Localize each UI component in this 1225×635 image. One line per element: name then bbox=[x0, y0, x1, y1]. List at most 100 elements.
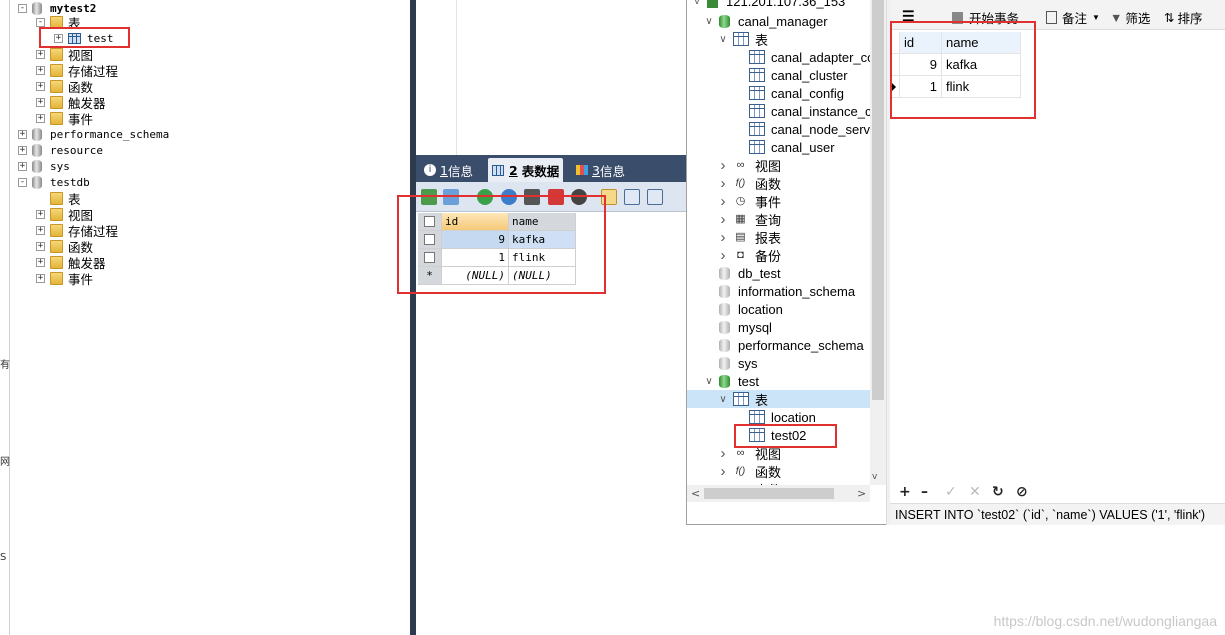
column-header[interactable]: name bbox=[509, 213, 576, 231]
insert-row-icon[interactable] bbox=[421, 189, 437, 205]
nav-tree-item[interactable]: performance_schema bbox=[703, 336, 864, 354]
nav-tree-item[interactable]: › ▤ 报表 bbox=[717, 228, 782, 246]
expand-icon[interactable]: + bbox=[36, 97, 45, 107]
nav-tree-item[interactable]: › f() 函数 bbox=[717, 462, 782, 480]
scroll-left-icon[interactable]: < bbox=[691, 487, 700, 500]
cancel-icon[interactable] bbox=[571, 189, 587, 205]
tree-scroll-thumb[interactable] bbox=[872, 0, 884, 400]
chevron-down-icon[interactable]: ∨ bbox=[717, 394, 729, 405]
add-record-icon[interactable]: + bbox=[899, 484, 911, 500]
grid-cell[interactable]: 1 bbox=[900, 76, 942, 98]
nav-tree-item[interactable]: location bbox=[703, 300, 783, 318]
expand-icon[interactable]: + bbox=[36, 65, 45, 75]
expand-icon[interactable]: + bbox=[18, 129, 27, 139]
nav-tree-item[interactable]: ∨ 表 bbox=[687, 390, 870, 408]
nav-tree-item[interactable]: ∨ test bbox=[703, 372, 759, 390]
tree-item-db[interactable]: + performance_schema bbox=[18, 126, 169, 142]
chevron-right-icon[interactable]: › bbox=[717, 445, 729, 462]
grid-cell[interactable]: flink bbox=[509, 249, 576, 267]
nav-tree-item[interactable]: canal_instance_co bbox=[733, 102, 870, 120]
delete-record-icon[interactable]: – bbox=[921, 484, 928, 500]
chevron-down-icon[interactable]: ∨ bbox=[717, 34, 729, 45]
expand-icon[interactable]: + bbox=[36, 273, 45, 283]
grid-cell[interactable]: kafka bbox=[509, 231, 576, 249]
row-checkbox[interactable] bbox=[418, 231, 442, 249]
expand-icon[interactable]: + bbox=[18, 145, 27, 155]
tree-item-folder[interactable]: + 事件 bbox=[36, 110, 93, 127]
grid-cell[interactable]: 1 bbox=[442, 249, 509, 267]
expand-icon[interactable]: + bbox=[36, 113, 45, 123]
checkbox-icon[interactable] bbox=[424, 252, 435, 263]
column-header[interactable]: id bbox=[900, 32, 942, 54]
discard-icon[interactable]: ✕ bbox=[969, 484, 981, 500]
chevron-right-icon[interactable]: › bbox=[717, 247, 729, 264]
collapse-icon[interactable]: - bbox=[36, 17, 45, 27]
expand-icon[interactable]: + bbox=[36, 49, 45, 59]
add-icon[interactable] bbox=[477, 189, 493, 205]
chevron-down-icon[interactable]: v bbox=[691, 0, 703, 7]
query-editor-area[interactable] bbox=[416, 0, 688, 155]
stop-icon[interactable]: ⊘ bbox=[1016, 484, 1028, 500]
tree-item-db[interactable]: + sys bbox=[18, 158, 70, 174]
row-header-corner[interactable] bbox=[890, 32, 900, 54]
expand-icon[interactable]: + bbox=[36, 81, 45, 91]
null-cell[interactable]: (NULL) bbox=[442, 267, 509, 285]
nav-tree-item[interactable]: canal_cluster bbox=[733, 66, 848, 84]
column-header[interactable]: name bbox=[942, 32, 1021, 54]
nav-tree-item[interactable]: test02 bbox=[733, 426, 806, 444]
collapse-icon[interactable]: - bbox=[18, 3, 27, 13]
checkbox-icon[interactable] bbox=[424, 216, 435, 227]
new-row-marker[interactable]: * bbox=[418, 267, 442, 285]
grid-cell[interactable]: 9 bbox=[900, 54, 942, 76]
nav-tree-item[interactable]: › ◷ 事件 bbox=[717, 192, 782, 210]
row-header[interactable] bbox=[890, 54, 900, 76]
chevron-right-icon[interactable]: › bbox=[717, 193, 729, 210]
nav-tree-item[interactable]: › f() 函数 bbox=[717, 174, 782, 192]
sort-button[interactable]: ⇅ 排序 bbox=[1164, 8, 1203, 27]
chevron-right-icon[interactable]: › bbox=[717, 229, 729, 246]
refresh-icon[interactable]: ↻ bbox=[992, 484, 1004, 500]
select-all-checkbox[interactable] bbox=[418, 213, 442, 231]
expand-icon[interactable]: + bbox=[36, 225, 45, 235]
grid-view-icon[interactable] bbox=[601, 189, 617, 205]
text-view-icon[interactable] bbox=[647, 189, 663, 205]
checkbox-icon[interactable] bbox=[424, 234, 435, 245]
connection-item[interactable]: v 121.201.107.36_153 bbox=[691, 0, 845, 10]
tab-table-data[interactable]: 2 表数据 bbox=[488, 158, 564, 182]
note-button[interactable]: 备注 ▼ bbox=[1046, 8, 1100, 27]
tree-item-folder[interactable]: + 事件 bbox=[36, 270, 93, 287]
nav-tree-item[interactable]: canal_config bbox=[733, 84, 844, 102]
delete-icon[interactable] bbox=[548, 189, 564, 205]
scroll-right-icon[interactable]: > bbox=[857, 487, 866, 500]
nav-tree-item[interactable]: location bbox=[733, 408, 816, 426]
nav-tree-item[interactable]: ∨ canal_manager bbox=[703, 12, 827, 30]
nav-tree-item[interactable]: mysql bbox=[703, 318, 772, 336]
form-view-icon[interactable] bbox=[624, 189, 640, 205]
grid-cell[interactable]: flink bbox=[942, 76, 1021, 98]
save-icon[interactable] bbox=[524, 189, 540, 205]
nav-tree-item[interactable]: canal_adapter_co bbox=[733, 48, 870, 66]
filter-button[interactable]: ▼ 筛选 bbox=[1110, 8, 1150, 27]
tree-item-db[interactable]: + resource bbox=[18, 142, 103, 158]
nav-tree-item[interactable]: information_schema bbox=[703, 282, 855, 300]
expand-icon[interactable]: + bbox=[36, 241, 45, 251]
grid-cell[interactable]: 9 bbox=[442, 231, 509, 249]
column-header[interactable]: id bbox=[442, 213, 509, 231]
expand-icon[interactable]: + bbox=[36, 257, 45, 267]
chevron-down-icon[interactable]: ∨ bbox=[703, 16, 715, 27]
nav-tree-item[interactable]: › ▦ 查询 bbox=[717, 210, 782, 228]
nav-tree-item[interactable]: › ∞ 视图 bbox=[717, 444, 782, 462]
grid-cell[interactable]: kafka bbox=[942, 54, 1021, 76]
tree-hscroll-thumb[interactable] bbox=[704, 488, 834, 499]
export-icon[interactable] bbox=[443, 189, 459, 205]
nav-tree-item[interactable]: › ∞ 视图 bbox=[717, 156, 782, 174]
nav-tree-item[interactable]: db_test bbox=[703, 264, 781, 282]
begin-transaction-button[interactable]: 开始事务 bbox=[952, 8, 1019, 27]
tree-item-folder[interactable]: -表 bbox=[36, 14, 81, 31]
nav-tree-item[interactable]: › ◘ 备份 bbox=[717, 246, 782, 264]
refresh-icon[interactable] bbox=[501, 189, 517, 205]
scroll-down-icon[interactable]: v bbox=[872, 472, 877, 482]
tab-info-3[interactable]: 3 信息 bbox=[572, 158, 629, 182]
nav-tree-item[interactable]: canal_user bbox=[733, 138, 835, 156]
row-checkbox[interactable] bbox=[418, 249, 442, 267]
